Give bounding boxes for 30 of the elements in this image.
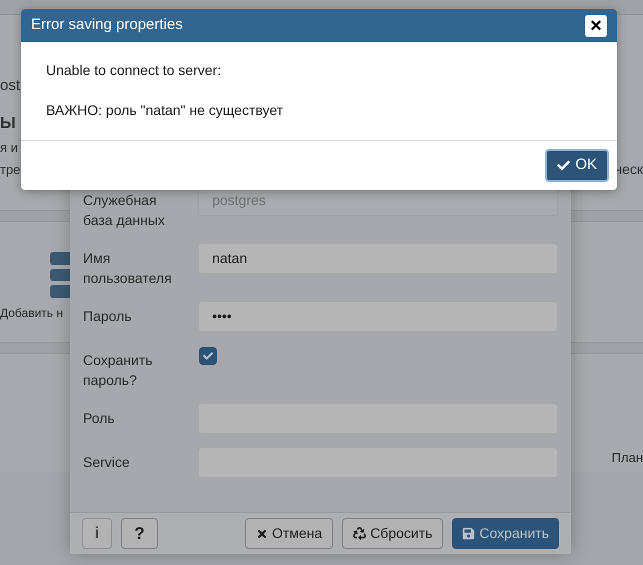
page-title: ost xyxy=(0,76,20,96)
section-heading: Ы xyxy=(0,114,17,134)
check-icon xyxy=(203,351,213,361)
field-label: Роль xyxy=(83,409,116,428)
save-button[interactable]: Сохранить xyxy=(452,518,559,549)
help-button[interactable]: ? xyxy=(121,518,158,549)
checkbox[interactable] xyxy=(199,347,217,365)
ok-button[interactable]: OK xyxy=(545,149,609,182)
field-label: Пароль xyxy=(83,307,133,326)
add-button-label[interactable]: Добавить н xyxy=(0,304,63,322)
dialog-title: Error saving properties xyxy=(31,15,183,36)
check-icon xyxy=(557,159,570,172)
description-text: тре xyxy=(0,160,20,179)
reset-button[interactable]: Сбросить xyxy=(342,518,444,549)
field-label: Сохранить пароль? xyxy=(83,351,154,390)
close-icon xyxy=(256,528,268,540)
description-text: я и xyxy=(0,138,19,156)
error-message: Unable to connect to server: xyxy=(46,61,222,80)
password-field[interactable]: •••• xyxy=(198,301,558,332)
input-field[interactable]: natan xyxy=(198,243,558,274)
cancel-button[interactable]: Отмена xyxy=(244,518,334,549)
recycle-icon xyxy=(353,527,366,540)
field-label: Имя пользователя xyxy=(83,249,173,288)
field-label: Служебная база данных xyxy=(83,191,166,230)
close-button[interactable]: × xyxy=(585,14,607,36)
save-icon xyxy=(462,527,476,540)
field-label: Service xyxy=(83,453,131,472)
column-label: План xyxy=(612,449,643,467)
info-button[interactable]: i xyxy=(82,518,112,549)
error-message: ВАЖНО: роль "natan" не существует xyxy=(46,101,284,120)
